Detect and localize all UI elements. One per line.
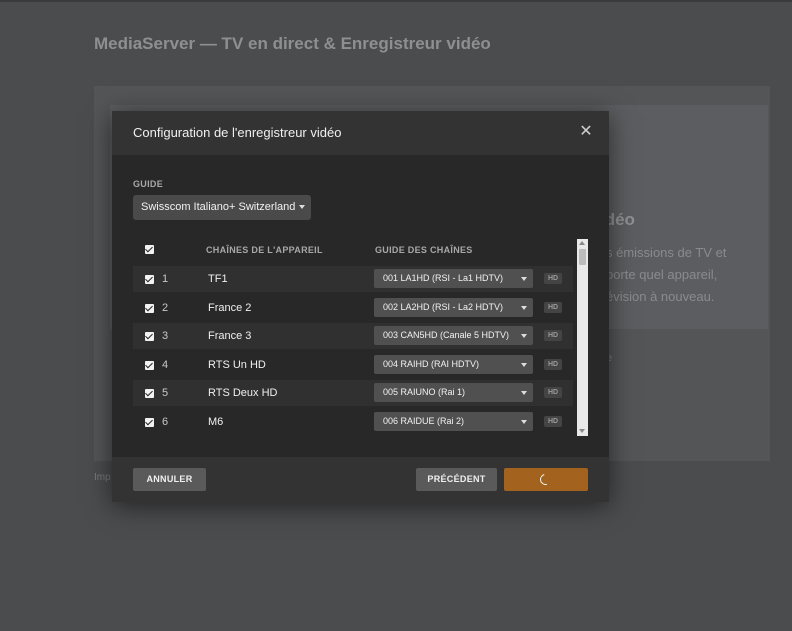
chevron-down-icon — [299, 205, 305, 209]
table-row: 5 RTS Deux HD 005 RAIUNO (Rai 1) HD — [133, 380, 573, 406]
table-row: 2 France 2 002 LA2HD (RSI - La2 HDTV) HD — [133, 295, 573, 321]
channel-name: M6 — [208, 416, 224, 428]
scroll-up-icon[interactable] — [579, 241, 585, 245]
chevron-down-icon — [521, 420, 527, 424]
guide-channel-select[interactable]: 005 RAIUNO (Rai 1) — [374, 383, 533, 402]
background-card-line: évision à nouveau. — [606, 289, 715, 304]
guide-channel-select[interactable]: 004 RAIHD (RAI HDTV) — [374, 355, 533, 374]
channel-number: 2 — [162, 302, 169, 314]
channel-number: 6 — [162, 416, 169, 428]
guide-label: GUIDE — [133, 179, 164, 189]
channel-name: RTS Un HD — [208, 359, 266, 371]
cancel-button[interactable]: ANNULER — [133, 468, 206, 491]
previous-button[interactable]: PRÉCÉDENT — [416, 468, 497, 491]
hd-badge: HD — [544, 387, 562, 398]
hd-badge: HD — [544, 302, 562, 313]
channel-number: 3 — [162, 330, 169, 342]
guide-channel-value: 002 LA2HD (RSI - La2 HDTV) — [383, 302, 504, 312]
row-checkbox[interactable] — [145, 361, 154, 370]
hd-badge: HD — [544, 359, 562, 370]
guide-channel-select[interactable]: 006 RAIDUE (Rai 2) — [374, 412, 533, 431]
column-header-device-channels: CHAÎNES DE L'APPAREIL — [206, 245, 323, 255]
guide-channel-value: 004 RAIHD (RAI HDTV) — [383, 359, 480, 369]
scroll-thumb[interactable] — [579, 249, 586, 265]
chevron-down-icon — [521, 391, 527, 395]
loading-spinner-icon — [537, 471, 554, 488]
table-row: 3 France 3 003 CAN5HD (Canale 5 HDTV) HD — [133, 323, 573, 349]
guide-select-value: Swisscom Italiano+ Switzerland — [141, 201, 296, 213]
channel-name: France 2 — [208, 302, 252, 314]
hd-badge: HD — [544, 273, 562, 284]
table-row: 6 M6 006 RAIDUE (Rai 2) HD — [133, 409, 573, 435]
guide-channel-value: 006 RAIDUE (Rai 2) — [383, 416, 465, 426]
dvr-config-modal: Configuration de l'enregistreur vidéo ✕ … — [112, 111, 609, 502]
channel-number: 5 — [162, 387, 169, 399]
guide-channel-select[interactable]: 003 CAN5HD (Canale 5 HDTV) — [374, 326, 533, 345]
close-icon[interactable]: ✕ — [577, 123, 595, 141]
chevron-down-icon — [521, 306, 527, 310]
background-card-line: porte quel appareil, — [606, 267, 718, 282]
chevron-down-icon — [521, 334, 527, 338]
select-all-checkbox[interactable] — [145, 245, 154, 254]
modal-title: Configuration de l'enregistreur vidéo — [133, 125, 342, 140]
table-scrollbar[interactable] — [577, 239, 588, 436]
table-header: CHAÎNES DE L'APPAREIL GUIDE DES CHAÎNES — [133, 239, 573, 261]
table-row: 4 RTS Un HD 004 RAIHD (RAI HDTV) HD — [133, 352, 573, 378]
table-row: 1 TF1 001 LA1HD (RSI - La1 HDTV) HD — [133, 266, 573, 292]
row-checkbox[interactable] — [145, 332, 154, 341]
guide-channel-value: 001 LA1HD (RSI - La1 HDTV) — [383, 273, 504, 283]
row-checkbox[interactable] — [145, 418, 154, 427]
scroll-down-icon[interactable] — [579, 429, 585, 433]
row-checkbox[interactable] — [145, 304, 154, 313]
guide-channel-value: 003 CAN5HD (Canale 5 HDTV) — [383, 330, 510, 340]
channel-name: TF1 — [208, 273, 228, 285]
background-card-line: s émissions de TV et — [606, 245, 727, 260]
modal-footer: ANNULER PRÉCÉDENT — [112, 457, 609, 502]
background-footer-text: Imp — [94, 472, 111, 483]
channel-name: France 3 — [208, 330, 252, 342]
channel-name: RTS Deux HD — [208, 387, 278, 399]
guide-select[interactable]: Swisscom Italiano+ Switzerland — [133, 195, 311, 220]
row-checkbox[interactable] — [145, 275, 154, 284]
hd-badge: HD — [544, 416, 562, 427]
page-title: MediaServer — TV en direct & Enregistreu… — [94, 34, 491, 53]
channel-number: 4 — [162, 359, 169, 371]
chevron-down-icon — [521, 363, 527, 367]
guide-channel-select[interactable]: 001 LA1HD (RSI - La1 HDTV) — [374, 269, 533, 288]
channel-number: 1 — [162, 273, 169, 285]
guide-channel-value: 005 RAIUNO (Rai 1) — [383, 387, 466, 397]
guide-channel-select[interactable]: 002 LA2HD (RSI - La2 HDTV) — [374, 298, 533, 317]
next-button[interactable] — [504, 468, 588, 491]
window-top-strip — [0, 0, 792, 2]
chevron-down-icon — [521, 277, 527, 281]
column-header-channel-guide: GUIDE DES CHAÎNES — [375, 245, 473, 255]
row-checkbox[interactable] — [145, 389, 154, 398]
modal-header: Configuration de l'enregistreur vidéo ✕ — [112, 111, 609, 155]
hd-badge: HD — [544, 330, 562, 341]
channel-table: CHAÎNES DE L'APPAREIL GUIDE DES CHAÎNES … — [133, 239, 588, 439]
